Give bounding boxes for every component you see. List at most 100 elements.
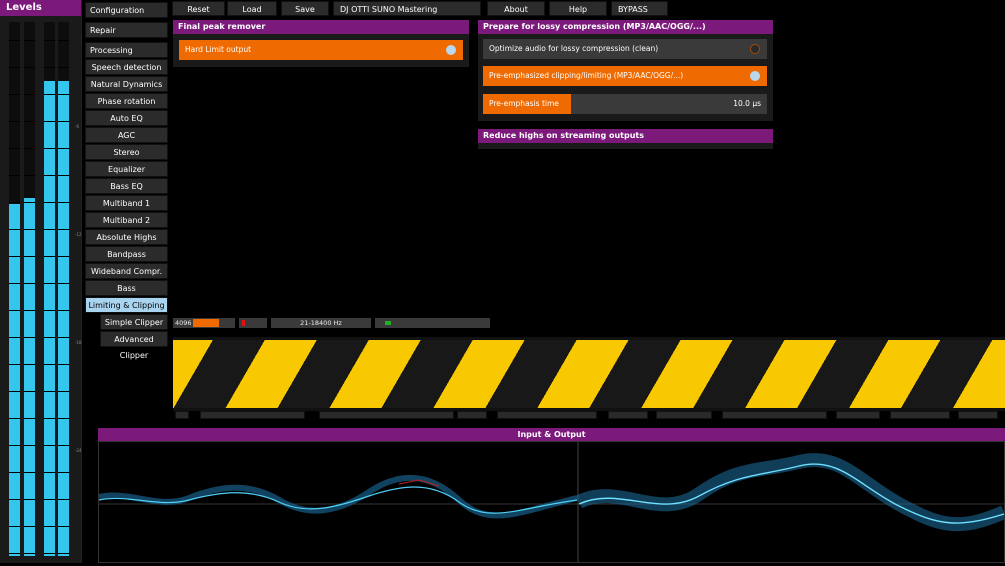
- meter-segment: [44, 310, 55, 311]
- mini-control[interactable]: [319, 411, 454, 419]
- mini-control[interactable]: [497, 411, 597, 419]
- meter-segment: [9, 310, 20, 311]
- meter-segment: [44, 526, 55, 527]
- help-button[interactable]: Help: [549, 1, 607, 16]
- levels-title: Levels: [0, 0, 81, 16]
- streaming-title: Reduce highs on streaming outputs: [478, 129, 773, 143]
- menu-agc[interactable]: AGC: [85, 127, 168, 143]
- mini-control[interactable]: [722, 411, 827, 419]
- meter-segment: [9, 175, 20, 176]
- mini-control[interactable]: [958, 411, 998, 419]
- meter-segment: [24, 202, 35, 203]
- about-button[interactable]: About: [487, 1, 545, 16]
- optimize-lossy-toggle[interactable]: Optimize audio for lossy compression (cl…: [483, 39, 767, 59]
- preemph-time-slider[interactable]: Pre-emphasis time 10.0 µs: [483, 94, 767, 114]
- mini-control[interactable]: [457, 411, 487, 419]
- level-meter-fill: [24, 198, 35, 556]
- buffer-fill: [193, 319, 219, 327]
- meter-segment: [9, 445, 20, 446]
- meter-segment: [58, 256, 69, 257]
- meter-segment: [9, 391, 20, 392]
- save-button[interactable]: Save: [281, 1, 329, 16]
- load-button[interactable]: Load: [227, 1, 277, 16]
- menu-processing[interactable]: Processing: [85, 42, 168, 58]
- level-meter-1: [9, 22, 20, 556]
- meter-segment: [9, 229, 20, 230]
- preemph-clipping-toggle[interactable]: Pre-emphasized clipping/limiting (MP3/AA…: [483, 66, 767, 86]
- bypass-button[interactable]: BYPASS: [611, 1, 668, 16]
- meter-segment: [44, 202, 55, 203]
- meter-segment: [58, 40, 69, 41]
- meter-segment: [24, 310, 35, 311]
- menu-multiband-1[interactable]: Multiband 1: [85, 195, 168, 211]
- preemph-time-label: Pre-emphasis time: [489, 99, 559, 108]
- meter-segment: [44, 40, 55, 41]
- menu-wideband-compr[interactable]: Wideband Compr.: [85, 263, 168, 279]
- meter-segment: [24, 418, 35, 419]
- meter-segment: [44, 148, 55, 149]
- hazard-stripe-overlay: [173, 337, 1005, 411]
- mini-control[interactable]: [608, 411, 648, 419]
- mini-control[interactable]: [656, 411, 712, 419]
- meter-segment: [58, 67, 69, 68]
- meter-segment: [58, 364, 69, 365]
- buffer-indicator: 4096: [173, 318, 235, 328]
- meter-segment: [24, 499, 35, 500]
- menu-simple-clipper[interactable]: Simple Clipper: [100, 314, 168, 330]
- toggle-indicator-icon: [750, 71, 760, 81]
- menu-bandpass[interactable]: Bandpass: [85, 246, 168, 262]
- menu-equalizer[interactable]: Equalizer: [85, 161, 168, 177]
- meter-segment: [58, 391, 69, 392]
- meter-segment: [44, 283, 55, 284]
- mini-control[interactable]: [175, 411, 189, 419]
- menu-configuration[interactable]: Configuration: [85, 2, 168, 18]
- level-meter-fill: [44, 80, 55, 556]
- menu-auto-eq[interactable]: Auto EQ: [85, 110, 168, 126]
- menu-advanced-clipper[interactable]: Advanced Clipper: [100, 331, 168, 360]
- meter-segment: [9, 94, 20, 95]
- level-meter-4: [58, 22, 69, 556]
- menu-phase-rotation[interactable]: Phase rotation: [85, 93, 168, 109]
- lossy-panel: Optimize audio for lossy compression (cl…: [478, 34, 773, 121]
- clip-indicator: [239, 318, 267, 328]
- meter-segment: [24, 94, 35, 95]
- mini-control[interactable]: [890, 411, 950, 419]
- meter-segment: [24, 67, 35, 68]
- menu-bass-eq[interactable]: Bass EQ: [85, 178, 168, 194]
- meter-segment: [9, 121, 20, 122]
- meter-segment: [9, 283, 20, 284]
- meter-segment: [24, 337, 35, 338]
- preset-name[interactable]: DJ OTTI SUNO Mastering: [333, 1, 481, 16]
- mini-control[interactable]: [200, 411, 305, 419]
- meter-segment: [58, 202, 69, 203]
- reset-button[interactable]: Reset: [172, 1, 225, 16]
- meter-segment: [44, 472, 55, 473]
- level-tick: -12: [75, 232, 82, 237]
- meter-segment: [58, 526, 69, 527]
- meter-segment: [44, 175, 55, 176]
- meter-segment: [9, 553, 20, 554]
- meter-segment: [9, 337, 20, 338]
- menu-stereo[interactable]: Stereo: [85, 144, 168, 160]
- activity-indicator: [375, 318, 490, 328]
- final-peak-title: Final peak remover: [173, 20, 469, 34]
- meter-segment: [44, 229, 55, 230]
- menu-bass[interactable]: Bass: [85, 280, 168, 296]
- meter-segment: [44, 391, 55, 392]
- menu-speech-detection[interactable]: Speech detection: [85, 59, 168, 75]
- hard-limit-toggle[interactable]: Hard Limit output: [179, 40, 463, 60]
- menu-limiting-clipping[interactable]: Limiting & Clipping: [85, 297, 168, 313]
- meter-segment: [58, 229, 69, 230]
- menu-natural-dynamics[interactable]: Natural Dynamics: [85, 76, 168, 92]
- menu-multiband-2[interactable]: Multiband 2: [85, 212, 168, 228]
- menu-repair[interactable]: Repair: [85, 22, 168, 38]
- menu-absolute-highs[interactable]: Absolute Highs: [85, 229, 168, 245]
- meter-segment: [58, 310, 69, 311]
- meter-segment: [58, 337, 69, 338]
- meter-segment: [58, 445, 69, 446]
- mini-control[interactable]: [836, 411, 880, 419]
- meter-segment: [44, 445, 55, 446]
- output-wave-band: [575, 453, 1005, 532]
- meter-segment: [24, 526, 35, 527]
- meter-segment: [24, 283, 35, 284]
